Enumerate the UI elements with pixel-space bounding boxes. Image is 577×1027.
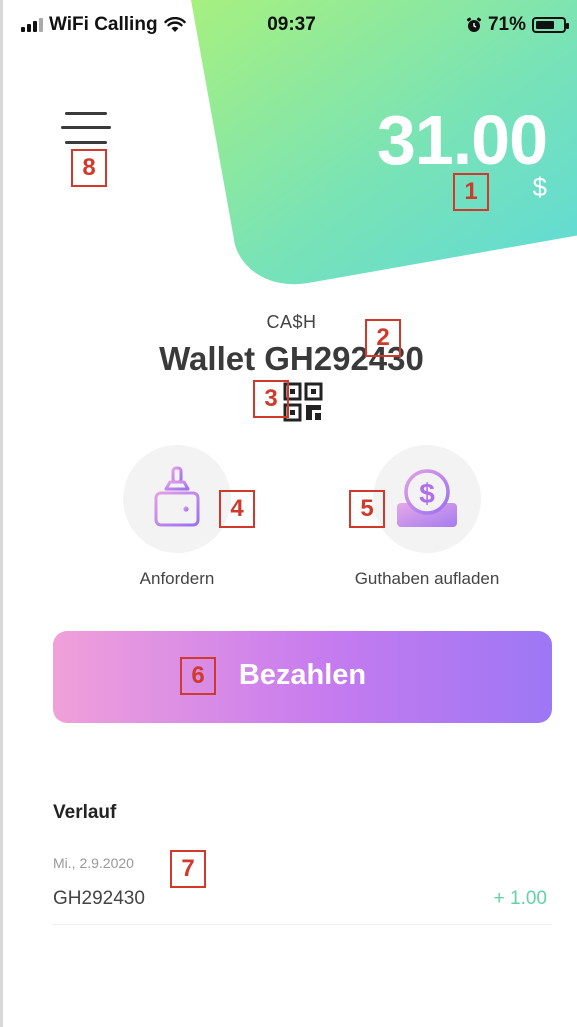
request-icon: [154, 466, 200, 527]
top-up-coin-icon: $: [397, 469, 457, 527]
battery-percent: 71%: [487, 14, 526, 35]
request-label: Anfordern: [139, 569, 215, 588]
status-bar: WiFi Calling 09:37 71%: [3, 10, 577, 40]
annotation-7: 7: [170, 850, 206, 888]
transaction-id: GH292430: [53, 888, 145, 909]
annotation-5: 5: [349, 490, 385, 528]
status-right: 71%: [466, 14, 569, 36]
transaction-amount: + 1.00: [493, 888, 547, 909]
app-screen: WiFi Calling 09:37 71% 8 31.00 $ 1 CA$H …: [0, 0, 577, 1027]
pay-button-label: Bezahlen: [238, 659, 367, 691]
wallet-type-label: CA$H: [266, 312, 317, 332]
pay-button[interactable]: Bezahlen: [53, 631, 552, 723]
transaction-divider: [53, 924, 552, 925]
svg-text:$: $: [419, 478, 435, 509]
request-button[interactable]: [123, 445, 231, 553]
annotation-2: 2: [365, 319, 401, 357]
history-title: Verlauf: [53, 802, 117, 823]
annotation-1: 1: [453, 173, 489, 211]
battery-icon: [532, 17, 569, 33]
annotation-8: 8: [71, 149, 107, 187]
qr-code-icon[interactable]: [283, 382, 323, 422]
alarm-icon: [466, 17, 482, 32]
annotation-4: 4: [219, 490, 255, 528]
currency-symbol: $: [532, 172, 547, 202]
top-up-button[interactable]: $: [373, 445, 481, 553]
balance-amount: 31.00: [376, 101, 548, 179]
annotation-3: 3: [253, 380, 289, 418]
annotation-6: 6: [180, 657, 216, 695]
hamburger-menu-icon[interactable]: [61, 112, 115, 146]
top-up-label: Guthaben aufladen: [354, 569, 500, 588]
wallet-name: Wallet GH292430: [159, 340, 424, 377]
transaction-date: Mi., 2.9.2020: [53, 855, 134, 871]
